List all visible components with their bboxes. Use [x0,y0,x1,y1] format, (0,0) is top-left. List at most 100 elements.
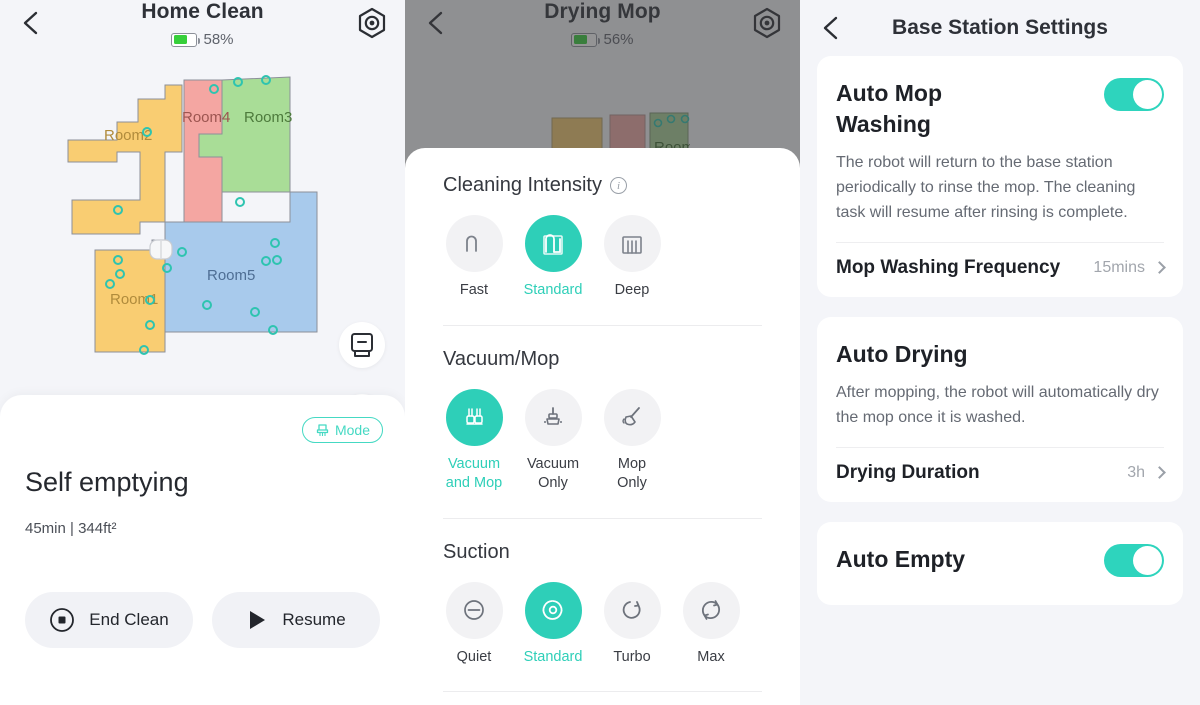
panel3-navbar: Base Station Settings [800,0,1200,56]
map-label-room1: Room1 [110,291,158,308]
option-max[interactable]: Max [680,581,742,668]
suction-options: Quiet Standard Turbo Max [443,581,762,668]
mop-washing-frequency-row[interactable]: Mop Washing Frequency 15mins [836,256,1166,279]
option-label: Fast [459,282,489,298]
row-label: Mop Washing Frequency [836,256,1061,278]
option-label: Max [697,648,725,665]
path-standard-icon [543,233,563,255]
suction-max-icon [701,600,721,621]
auto-mop-washing-toggle[interactable] [1104,78,1164,111]
auto-empty-toggle[interactable] [1104,543,1164,577]
option-icon-wrap [524,215,582,272]
option-turbo[interactable]: Turbo [601,581,663,668]
option-standard-suction[interactable]: Standard [522,581,584,668]
page-title: Home Clean [141,0,264,23]
suction-standard-icon [542,600,563,620]
toggle-knob [1133,80,1162,109]
option-deep[interactable]: Deep [601,215,663,301]
row-value: 15mins [1093,258,1145,276]
option-icon-wrap [445,581,503,639]
option-quiet[interactable]: Quiet [443,581,505,668]
mode-chip-button[interactable]: Mode [301,417,383,443]
option-icon-wrap [445,388,503,446]
screenshot-root: Home Clean 58% Room2 Room4 Room3 Room5 R… [0,0,1200,705]
battery-percent: 58% [203,31,234,48]
status-title: Self emptying [25,467,189,497]
section-divider [443,324,762,326]
option-label: Vacuum Only [526,455,580,492]
row-value-group: 15mins [1093,258,1166,277]
end-clean-button[interactable]: End Clean [25,592,193,648]
status-card: Mode Self emptying 45min | 344ft² End Cl… [0,395,405,705]
card-auto-empty: Auto Empty [817,521,1183,605]
panel-home-clean: Home Clean 58% Room2 Room4 Room3 Room5 R… [0,0,405,705]
play-icon [250,611,266,629]
card-title: Auto Mop Washing [836,80,943,137]
section-label: Cleaning Intensity [443,174,602,196]
back-chevron-icon[interactable] [16,8,46,38]
option-vacuum-only[interactable]: Vacuum Only [522,388,584,494]
map-label-room3: Room3 [244,109,292,126]
card-header: Auto Drying [836,339,1164,370]
section-label: Vacuum/Mop [443,347,560,370]
cleaning-settings-sheet: Cleaning Intensity i Fast Standard Deep … [405,148,800,705]
section-divider [443,691,762,693]
toggle-knob [1133,545,1162,575]
option-vacuum-and-mop[interactable]: Vacuum and Mop [443,388,505,494]
drying-duration-row[interactable]: Drying Duration 3h [836,461,1166,484]
card-separator [836,446,1164,448]
resume-button[interactable]: Resume [212,592,380,648]
chevron-right-icon [1153,261,1166,274]
row-value-group: 3h [1127,463,1166,482]
option-icon-wrap [682,581,740,639]
option-label: Mop Only [617,455,647,492]
option-standard-intensity[interactable]: Standard [522,215,584,301]
option-icon-wrap [445,215,503,272]
option-label: Deep [614,282,650,298]
hex-gear-icon[interactable] [355,6,389,40]
battery-icon [171,32,201,47]
option-mop-only[interactable]: Mop Only [601,388,663,494]
card-title: Auto Empty [836,545,966,572]
option-label: Standard [523,282,583,298]
section-heading-vacuum-mop: Vacuum/Mop [443,348,762,371]
vacuum-mop-icon [466,408,483,425]
dock-station-icon [149,239,173,260]
row-value: 3h [1127,463,1145,481]
dock-return-button[interactable] [339,322,385,368]
option-label: Standard [523,648,583,665]
option-label: Vacuum and Mop [445,455,503,492]
card-header: Auto Empty [836,543,1164,577]
status-subtitle: 45min | 344ft² [25,520,117,537]
info-icon[interactable]: i [609,177,627,194]
map-label-room4: Room4 [182,109,230,126]
vacuum-icon [544,407,562,425]
map-room-room5[interactable] [151,191,318,333]
path-deep-icon [622,235,642,254]
resume-label: Resume [282,610,346,629]
option-fast[interactable]: Fast [443,215,505,301]
panel-base-station-settings: Base Station Settings Auto Mop Washing T… [800,0,1200,705]
section-heading-suction: Suction [443,541,762,564]
chevron-right-icon [1153,466,1166,480]
back-chevron-icon[interactable] [816,13,846,43]
map-svg[interactable]: Room2 Room4 Room3 Room5 Room1 [62,62,352,392]
end-clean-label: End Clean [89,610,169,629]
map-room-room2[interactable] [67,84,183,235]
row-label: Drying Duration [836,461,980,483]
path-fast-icon [466,235,477,252]
map-label-room5: Room5 [207,267,255,284]
brush-icon [316,423,329,436]
option-label: Turbo [613,648,651,665]
suction-quiet-icon [464,600,484,621]
option-icon-wrap [524,581,582,639]
card-auto-mop-washing: Auto Mop Washing The robot will return t… [817,56,1183,297]
section-heading-cleaning-intensity: Cleaning Intensity i [443,174,762,197]
option-icon-wrap [603,215,661,272]
card-auto-drying: Auto Drying After mopping, the robot wil… [817,316,1183,502]
card-separator [836,241,1164,243]
floor-map[interactable]: Room2 Room4 Room3 Room5 Room1 [0,56,405,440]
option-label: Quiet [456,648,492,665]
page-title: Base Station Settings [892,16,1108,39]
mop-icon [622,407,640,426]
